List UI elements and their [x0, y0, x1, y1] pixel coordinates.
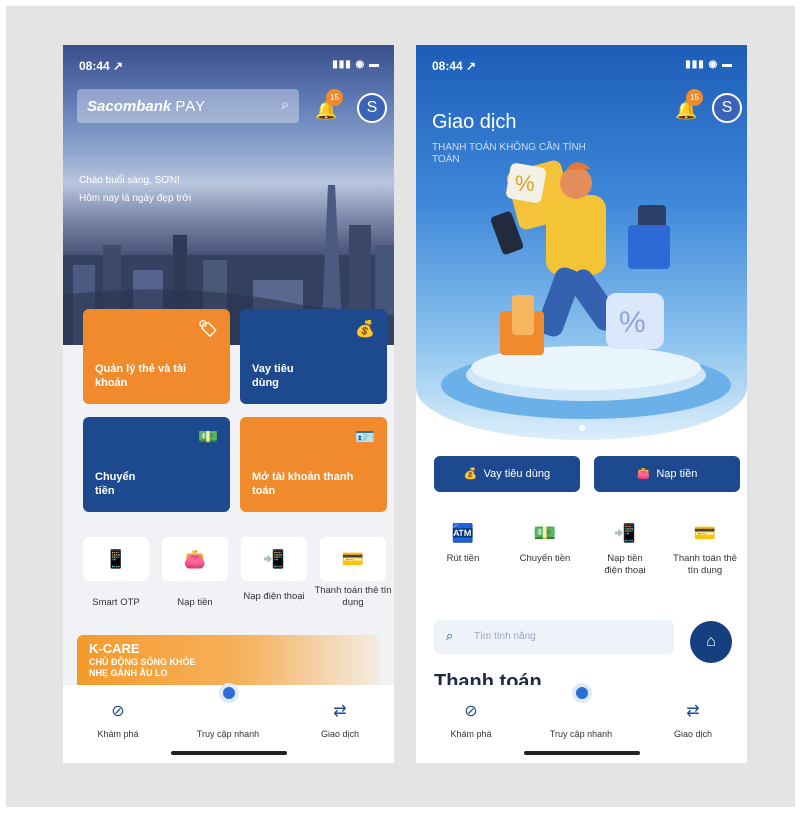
page-title: Giao dịch — [432, 111, 517, 133]
svg-text:%: % — [619, 306, 646, 339]
feature-label: Chuyển tiền — [519, 553, 571, 564]
quick-credit-card[interactable]: 💳 — [320, 537, 386, 581]
status-icons: ▮▮▮ ◉ ▬ — [685, 59, 733, 70]
credit-card-icon: 💳 — [693, 523, 717, 543]
feature-credit-card[interactable]: 💳 Thanh toán thẻ tín dụng — [670, 523, 740, 577]
nav-label: Truy cập nhanh — [549, 729, 613, 739]
tile-label: Vay tiêu dùng — [252, 363, 294, 389]
quick-label: Nạp điện thoại — [243, 591, 305, 602]
compass-icon: ⊘ — [464, 703, 478, 720]
phone-icon: 📱 — [104, 549, 128, 569]
nav-explore[interactable]: ⊘ Khám phá — [73, 701, 163, 739]
mobile-icon: 📲 — [613, 523, 637, 543]
home-button[interactable]: ⌂ — [690, 621, 732, 663]
bottom-nav: ⊘ Khám phá Truy cập nhanh ⇄ Giao dịch — [416, 683, 747, 763]
nav-label: Khám phá — [450, 729, 492, 739]
feature-mobile-topup[interactable]: 📲 Nạp tiền điện thoại — [590, 523, 660, 577]
bottom-nav: ⊘ Khám phá Truy cập nhanh ⇄ Giao dịch — [63, 683, 394, 763]
svg-text:%: % — [515, 171, 535, 196]
status-time: 08:44 ↗ — [79, 59, 124, 73]
quick-label: Smart OTP — [92, 597, 140, 608]
phone-home-screen: 08:44 ↗ ▮▮▮ ◉ ▬ Sacombank PAY ⌕ 🔔 15 S C… — [63, 45, 394, 763]
quick-smart-otp[interactable]: 📱 — [83, 537, 149, 581]
nav-explore[interactable]: ⊘ Khám phá — [426, 701, 516, 739]
money-bag-icon: 💰 — [355, 321, 375, 338]
nav-quick-access[interactable]: Truy cập nhanh — [536, 701, 626, 739]
exchange-icon: ⇄ — [686, 703, 700, 720]
banner-line-2: NHẸ GÁNH ÂU LO — [89, 668, 168, 678]
brand-search-bar[interactable]: Sacombank PAY ⌕ — [77, 89, 299, 123]
transfer-icon: 💵 — [198, 429, 218, 446]
wallet-icon: 👛 — [636, 468, 651, 480]
quick-access-fab[interactable] — [571, 683, 592, 703]
nav-label: Giao dịch — [320, 729, 360, 739]
feature-transfer[interactable]: 💵 Chuyển tiền — [510, 523, 580, 565]
tile-label: Chuyển tiền — [95, 471, 136, 497]
status-bar: 08:44 ↗ ▮▮▮ ◉ ▬ — [63, 45, 394, 85]
home-indicator — [170, 751, 287, 755]
greeting-text: Chào buổi sáng, SƠN! — [79, 175, 180, 186]
avatar[interactable]: S — [357, 93, 387, 123]
nav-quick-access[interactable]: Truy cập nhanh — [183, 701, 273, 739]
wallet-icon: 👛 — [183, 549, 207, 569]
search-icon[interactable]: ⌕ — [281, 96, 289, 113]
home-icon: ⌂ — [706, 633, 716, 650]
notification-badge: 15 — [326, 89, 343, 106]
credit-card-icon: 💳 — [341, 549, 365, 569]
tile-consumer-loan[interactable]: 💰 Vay tiêu dùng — [240, 309, 387, 404]
quick-access-fab[interactable] — [218, 683, 239, 703]
money-bag-icon: 💰 — [463, 468, 478, 480]
brand-name: Sacombank — [87, 98, 172, 115]
quick-top-up[interactable]: 👛 — [162, 537, 228, 581]
status-bar: 08:44 ↗ ▮▮▮ ◉ ▬ — [416, 45, 747, 85]
top-up-button[interactable]: 👛 Nạp tiền — [594, 456, 740, 492]
tile-card-account[interactable]: 🏷 Quản lý thẻ và tài khoản — [83, 309, 230, 404]
search-icon: ⌕ — [446, 628, 454, 643]
tile-label: Mở tài khoản thanh toán — [252, 471, 354, 497]
transfer-icon: 💵 — [533, 523, 557, 543]
feature-label: Nạp tiền điện thoại — [604, 553, 646, 576]
search-placeholder: Tìm tính năng — [474, 631, 536, 642]
banner-title: K-CARE — [89, 641, 140, 656]
feature-label: Rút tiền — [446, 553, 480, 564]
quick-label: Nạp tiền — [177, 597, 213, 608]
consumer-loan-button[interactable]: 💰 Vay tiêu dùng — [434, 456, 580, 492]
brand-logo: Sacombank PAY — [87, 98, 206, 115]
page-subtitle: THANH TOÁN KHÔNG CẦN TÍNH TOÁN — [432, 142, 586, 165]
nav-label: Giao dịch — [673, 729, 713, 739]
nav-transactions[interactable]: ⇄ Giao dịch — [648, 701, 738, 739]
tile-transfer[interactable]: 💵 Chuyển tiền — [83, 417, 230, 512]
button-label: Vay tiêu dùng — [483, 468, 551, 480]
greeting-subtext: Hôm nay là ngày đẹp trời — [79, 193, 192, 204]
nav-label: Truy cập nhanh — [196, 729, 260, 739]
tile-open-account[interactable]: 🪪 Mở tài khoản thanh toán — [240, 417, 387, 512]
status-icons: ▮▮▮ ◉ ▬ — [332, 59, 380, 70]
atm-icon: 🏧 — [451, 523, 475, 543]
quick-mobile-topup[interactable]: 📲 — [241, 537, 307, 581]
quick-label: Thanh toán thẻ tín dụng — [314, 585, 392, 608]
open-account-icon: 🪪 — [355, 429, 375, 446]
compass-icon: ⊘ — [111, 703, 125, 720]
status-time: 08:44 ↗ — [432, 59, 477, 73]
nav-label: Khám phá — [97, 729, 139, 739]
notification-badge: 15 — [686, 89, 703, 106]
feature-search-input[interactable]: ⌕ Tìm tính năng — [434, 620, 674, 654]
avatar[interactable]: S — [712, 93, 742, 123]
banner-line-1: CHỦ ĐỘNG SỐNG KHỎE — [89, 657, 196, 667]
phone-transactions-screen: % % 08:44 ↗ ▮▮▮ ◉ ▬ 🔔 15 S Giao dịch THA… — [416, 45, 747, 763]
tile-label: Quản lý thẻ và tài khoản — [95, 363, 187, 389]
mobile-icon: 📲 — [262, 549, 286, 569]
button-label: Nạp tiền — [656, 468, 698, 480]
exchange-icon: ⇄ — [333, 703, 347, 720]
feature-withdraw[interactable]: 🏧 Rút tiền — [428, 523, 498, 565]
carousel-indicator[interactable] — [578, 425, 585, 431]
feature-label: Thanh toán thẻ tín dụng — [673, 553, 737, 576]
home-indicator — [523, 751, 640, 755]
tag-icon: 🏷 — [197, 321, 218, 338]
brand-suffix: PAY — [175, 98, 207, 115]
nav-transactions[interactable]: ⇄ Giao dịch — [295, 701, 385, 739]
